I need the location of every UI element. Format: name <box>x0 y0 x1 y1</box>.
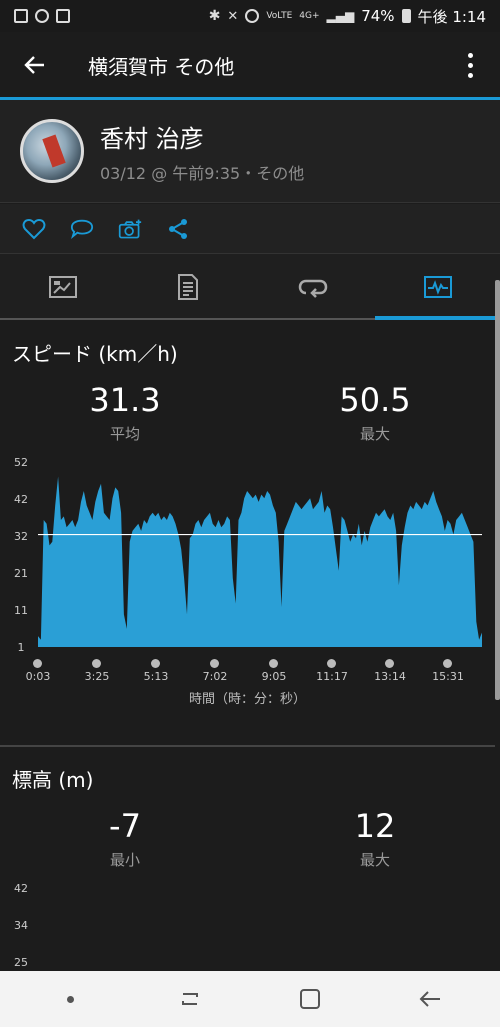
tabs-underline <box>0 318 375 320</box>
dot-icon <box>66 995 74 1003</box>
share-icon <box>169 218 187 239</box>
x-tick-label: 9:05 <box>261 670 287 683</box>
chart-icon <box>423 276 452 298</box>
elevation-y-tick-label: 25 <box>14 956 28 969</box>
section-divider <box>0 745 495 747</box>
sync-icon <box>35 9 49 23</box>
elevation-max-label: 最大 <box>359 851 390 869</box>
system-nav-bar <box>0 971 500 1027</box>
loop-icon <box>298 279 327 298</box>
x-tick-label: 13:14 <box>374 670 406 683</box>
tab-details[interactable] <box>125 254 250 320</box>
elevation-y-tick-label: 34 <box>14 919 28 932</box>
elevation-min-label: 最小 <box>109 851 140 869</box>
x-axis-label: 時間（時：分：秒） <box>188 692 306 707</box>
x-tick-marker <box>151 659 160 668</box>
x-tick-label: 11:17 <box>316 670 348 683</box>
comment-button[interactable] <box>70 217 94 241</box>
system-back-button[interactable] <box>410 989 450 1009</box>
x-tick-label: 0:03 <box>25 670 51 683</box>
elevation-section-title: 標高 (m) <box>12 768 94 792</box>
home-icon <box>300 989 320 1009</box>
x-tick-label: 5:13 <box>143 670 169 683</box>
profile-text: 香村 治彦 03/12 @ 午前9:35・その他 <box>100 119 304 184</box>
x-tick-label: 3:25 <box>84 670 110 683</box>
back-arrow-icon <box>419 991 440 1007</box>
speed-chart[interactable] <box>0 321 495 661</box>
avatar[interactable] <box>20 119 84 183</box>
x-tick-marker <box>92 659 101 668</box>
heart-icon <box>22 218 46 239</box>
phone-notification-icon <box>56 9 70 23</box>
volte-indicator: VoLTE <box>266 11 293 21</box>
activity-meta: 03/12 @ 午前9:35・その他 <box>100 163 305 183</box>
add-photo-button[interactable] <box>118 217 142 241</box>
document-icon <box>177 274 198 300</box>
recent-apps-button[interactable] <box>170 989 210 1009</box>
overflow-menu-button[interactable] <box>440 52 500 78</box>
nav-dot-button[interactable] <box>50 995 90 1003</box>
network-indicator: 4G+ <box>299 11 320 21</box>
comment-icon <box>70 219 94 239</box>
status-left <box>14 9 70 23</box>
x-tick-label: 7:02 <box>202 670 228 683</box>
menu-dot-icon <box>467 62 473 68</box>
x-tick-marker <box>33 659 42 668</box>
recent-apps-icon <box>182 993 198 1005</box>
menu-dot-icon <box>467 52 473 58</box>
charts-content[interactable]: スピード (km／h) 31.3 平均 50.5 最大 52 42 32 21 … <box>0 321 495 971</box>
user-name[interactable]: 香村 治彦 <box>100 119 304 154</box>
activity-tabs <box>0 254 500 320</box>
status-right: ✱ ✕ VoLTE 4G+ ▂▄▆ 74% 午後 1:14 <box>209 6 486 27</box>
back-button[interactable] <box>0 53 70 77</box>
battery-icon <box>401 9 411 23</box>
activity-title: 横須賀市 その他 <box>88 54 235 79</box>
share-button[interactable] <box>166 217 190 241</box>
tab-charts[interactable] <box>375 254 500 320</box>
status-bar: ✱ ✕ VoLTE 4G+ ▂▄▆ 74% 午後 1:14 <box>0 0 500 32</box>
speed-area-series <box>38 476 482 647</box>
tab-laps[interactable] <box>250 254 375 320</box>
app-bar: 横須賀市 その他 <box>0 32 500 98</box>
elevation-min-stat: -7 最小 <box>25 807 225 870</box>
mute-icon: ✕ <box>227 8 239 24</box>
gallery-notification-icon <box>14 9 28 23</box>
x-tick-marker <box>385 659 394 668</box>
action-bar <box>0 204 500 254</box>
like-button[interactable] <box>22 217 46 241</box>
x-tick-label: 15:31 <box>432 670 464 683</box>
x-tick-marker <box>269 659 278 668</box>
elevation-max-value: 12 <box>354 807 396 845</box>
bluetooth-icon: ✱ <box>208 8 221 24</box>
map-icon <box>48 276 77 298</box>
tab-map[interactable] <box>0 254 125 320</box>
x-tick-marker <box>443 659 452 668</box>
profile-header: 香村 治彦 03/12 @ 午前9:35・その他 <box>0 100 500 203</box>
clock: 午後 1:14 <box>417 7 486 26</box>
signal-icon: ▂▄▆ <box>326 9 355 23</box>
x-tick-marker <box>327 659 336 668</box>
battery-percent: 74% <box>361 7 395 25</box>
home-button[interactable] <box>290 988 330 1010</box>
menu-dot-icon <box>467 72 473 78</box>
elevation-min-value: -7 <box>109 807 141 845</box>
x-tick-marker <box>210 659 219 668</box>
elevation-y-tick-label: 42 <box>14 882 28 895</box>
scrollbar[interactable] <box>495 280 500 700</box>
alarm-icon <box>245 9 260 23</box>
elevation-max-stat: 12 最大 <box>275 807 475 870</box>
arrow-left-icon <box>24 56 44 74</box>
camera-plus-icon <box>118 219 142 238</box>
